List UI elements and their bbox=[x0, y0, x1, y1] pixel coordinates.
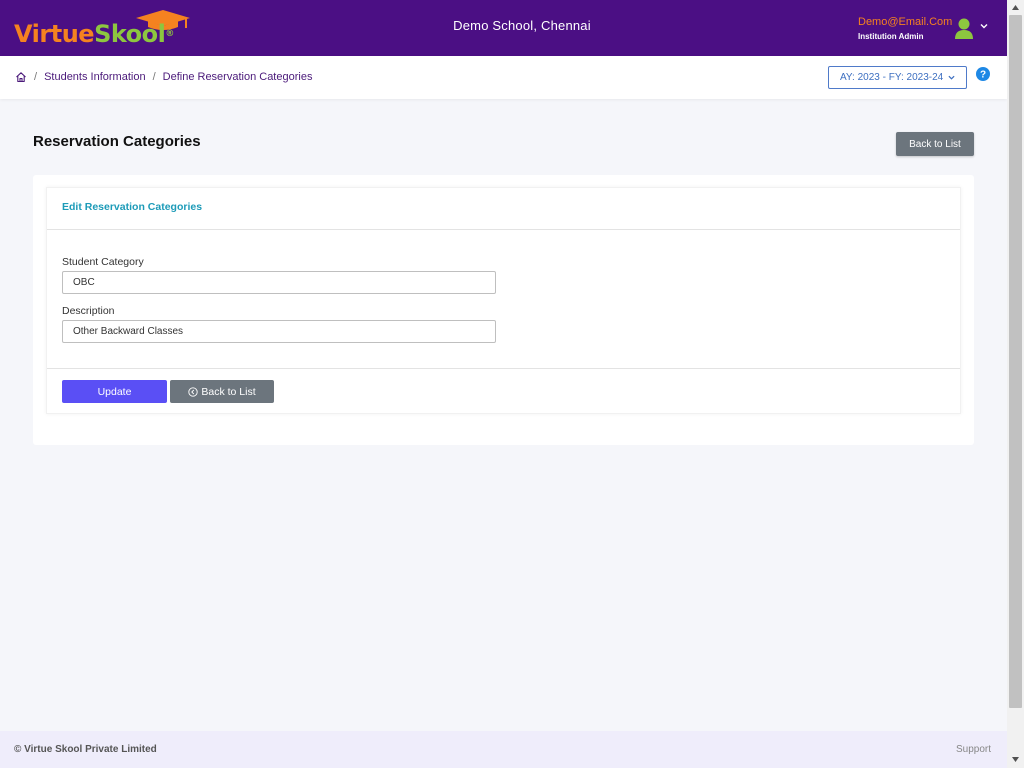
description-label: Description bbox=[62, 305, 115, 317]
breadcrumb-separator: / bbox=[152, 71, 156, 83]
user-info[interactable]: Demo@Email.Com Institution Admin bbox=[858, 15, 952, 41]
chevron-down-icon[interactable] bbox=[980, 22, 988, 30]
page-footer: © Virtue Skool Private Limited Support bbox=[0, 731, 1007, 768]
vertical-scrollbar[interactable] bbox=[1007, 0, 1024, 768]
breadcrumb: / Students Information / Define Reservat… bbox=[15, 71, 312, 83]
home-icon[interactable] bbox=[15, 71, 27, 83]
support-link[interactable]: Support bbox=[956, 744, 991, 755]
top-navbar: VirtueSkool® Demo School, Chennai Demo@E… bbox=[0, 0, 1007, 56]
academic-year-select[interactable]: AY: 2023 - FY: 2023-24 bbox=[828, 66, 967, 89]
back-to-list-button[interactable]: Back to List bbox=[896, 132, 974, 156]
card-title: Edit Reservation Categories bbox=[62, 201, 203, 213]
scroll-down-icon[interactable] bbox=[1011, 755, 1020, 764]
back-to-list-button-bottom[interactable]: Back to List bbox=[170, 380, 274, 403]
breadcrumb-define-reservation-categories[interactable]: Define Reservation Categories bbox=[163, 71, 313, 83]
help-icon[interactable]: ? bbox=[976, 67, 990, 81]
help-icon-glyph: ? bbox=[980, 70, 986, 81]
breadcrumb-separator: / bbox=[34, 71, 38, 83]
student-category-input[interactable] bbox=[62, 271, 496, 294]
user-email: Demo@Email.Com bbox=[858, 16, 953, 28]
chevron-down-icon bbox=[948, 75, 955, 80]
edit-form-card: Edit Reservation Categories Student Cate… bbox=[46, 187, 961, 414]
circle-arrow-left-icon bbox=[188, 386, 199, 397]
user-role: Institution Admin bbox=[858, 32, 924, 41]
academic-year-value: AY: 2023 - FY: 2023-24 bbox=[840, 72, 944, 83]
card-footer-divider bbox=[47, 368, 960, 369]
copyright-text: © Virtue Skool Private Limited bbox=[14, 744, 157, 755]
scrollbar-thumb[interactable] bbox=[1009, 15, 1022, 708]
breadcrumb-bar: / Students Information / Define Reservat… bbox=[0, 56, 1007, 99]
update-button[interactable]: Update bbox=[62, 380, 167, 403]
back-to-list-label: Back to List bbox=[201, 385, 256, 398]
scroll-up-icon[interactable] bbox=[1011, 3, 1020, 12]
student-category-label: Student Category bbox=[62, 256, 144, 268]
page-title: Reservation Categories bbox=[33, 133, 201, 150]
form-container: Edit Reservation Categories Student Cate… bbox=[33, 175, 974, 445]
description-input[interactable] bbox=[62, 320, 496, 343]
user-avatar-icon[interactable] bbox=[954, 18, 974, 40]
card-header: Edit Reservation Categories bbox=[47, 188, 960, 230]
breadcrumb-students-information[interactable]: Students Information bbox=[44, 71, 146, 83]
